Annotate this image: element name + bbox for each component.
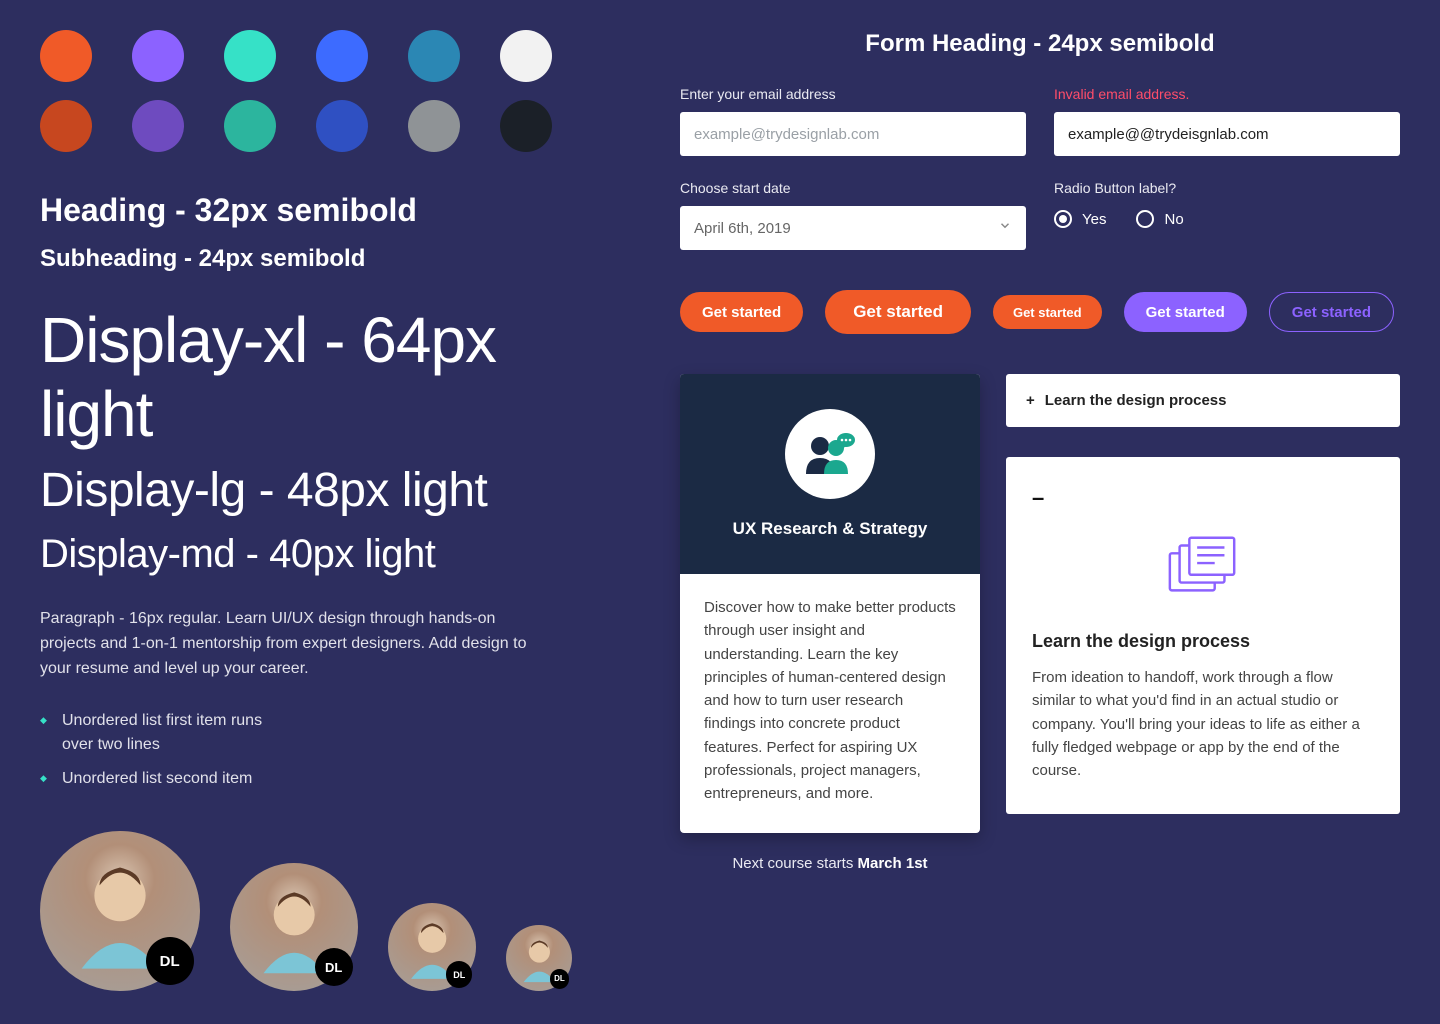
color-swatches: [40, 30, 600, 152]
email-input[interactable]: [680, 112, 1026, 156]
get-started-button[interactable]: Get started: [680, 292, 803, 332]
avatar-badge: DL: [446, 961, 472, 987]
get-started-button-purple[interactable]: Get started: [1124, 292, 1247, 332]
swatch: [224, 100, 276, 152]
email-error-label: Invalid email address.: [1054, 86, 1400, 102]
accordion-closed[interactable]: + Learn the design process: [1006, 374, 1400, 427]
swatch: [316, 30, 368, 82]
radio-yes-label: Yes: [1082, 211, 1106, 228]
list-item: Unordered list first item runs over two …: [40, 709, 280, 757]
date-label: Choose start date: [680, 180, 1026, 196]
card-title: UX Research & Strategy: [733, 519, 928, 539]
next-course-text: Next course starts March 1st: [680, 855, 980, 872]
get-started-button-outline[interactable]: Get started: [1269, 292, 1394, 332]
list-item: Unordered list second item: [40, 767, 280, 791]
display-md-specimen: Display-md - 40px light: [40, 532, 600, 577]
email-input-invalid[interactable]: [1054, 112, 1400, 156]
radio-no[interactable]: [1136, 210, 1154, 228]
swatch: [408, 100, 460, 152]
display-xl-specimen: Display-xl - 64px light: [40, 303, 600, 451]
swatch: [316, 100, 368, 152]
swatch: [500, 100, 552, 152]
heading-specimen: Heading - 32px semibold: [40, 192, 600, 229]
swatch: [40, 30, 92, 82]
paragraph-specimen: Paragraph - 16px regular. Learn UI/UX de…: [40, 607, 550, 681]
card-body: Discover how to make better products thr…: [680, 574, 980, 833]
avatar-badge: DL: [550, 969, 570, 989]
get-started-button-small[interactable]: Get started: [993, 295, 1102, 329]
documents-icon: [1032, 531, 1374, 601]
subheading-specimen: Subheading - 24px semibold: [40, 245, 600, 273]
swatch: [408, 30, 460, 82]
card-header: UX Research & Strategy: [680, 374, 980, 574]
button-variants: Get started Get started Get started Get …: [680, 290, 1400, 334]
swatch: [132, 30, 184, 82]
radio-group-label: Radio Button label?: [1054, 180, 1400, 196]
display-lg-specimen: Display-lg - 48px light: [40, 463, 600, 518]
avatar-badge: DL: [146, 937, 194, 985]
accordion-open[interactable]: – Learn the design process From ideation…: [1006, 457, 1400, 814]
swatch-row-1: [40, 30, 600, 82]
course-card[interactable]: UX Research & Strategy Discover how to m…: [680, 374, 980, 833]
accordion-open-body: From ideation to handoff, work through a…: [1032, 666, 1374, 782]
unordered-list-specimen: Unordered list first item runs over two …: [40, 709, 600, 791]
date-select[interactable]: [680, 206, 1026, 250]
avatar-badge: DL: [315, 948, 353, 986]
swatch: [500, 30, 552, 82]
get-started-button-large[interactable]: Get started: [825, 290, 971, 334]
swatch-row-2: [40, 100, 600, 152]
avatar-sm: DL: [506, 925, 572, 991]
minus-icon: –: [1032, 485, 1374, 511]
swatch: [40, 100, 92, 152]
swatch: [132, 100, 184, 152]
people-chat-icon: [785, 409, 875, 499]
plus-icon: +: [1026, 392, 1035, 409]
avatar-xl: DL: [40, 831, 200, 991]
accordion-closed-title: Learn the design process: [1045, 392, 1227, 409]
avatar-lg: DL: [230, 863, 358, 991]
swatch: [224, 30, 276, 82]
avatar-md: DL: [388, 903, 476, 991]
email-label: Enter your email address: [680, 86, 1026, 102]
form-heading: Form Heading - 24px semibold: [680, 30, 1400, 58]
radio-no-label: No: [1164, 211, 1183, 228]
avatar-sizes: DL DL DL DL: [40, 831, 600, 991]
radio-yes[interactable]: [1054, 210, 1072, 228]
accordion-open-title: Learn the design process: [1032, 631, 1374, 652]
